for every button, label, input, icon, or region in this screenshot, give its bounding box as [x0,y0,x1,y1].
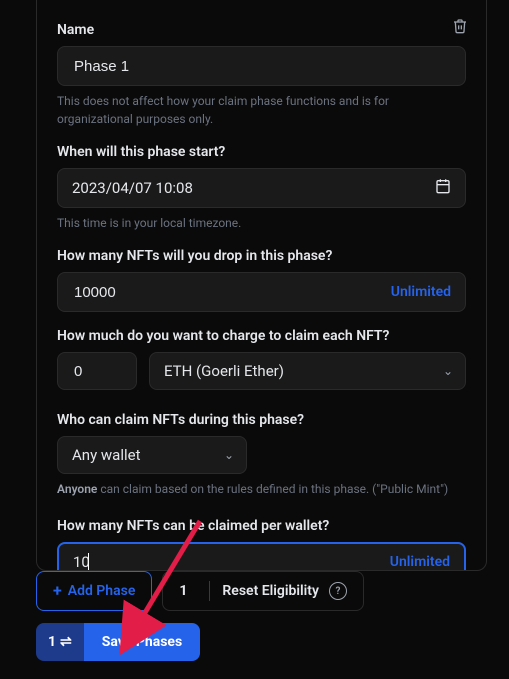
charge-label: How much do you want to charge to claim … [57,328,466,344]
footer: + Add Phase 1 Reset Eligibility ? 1 ⇌ Sa… [36,571,487,661]
phase-card: Name This does not affect how your claim… [36,0,487,571]
who-help-strong: Anyone [57,482,97,496]
who-select[interactable]: Any wallet ⌄ [57,436,247,474]
name-help: This does not affect how your claim phas… [57,92,466,128]
plus-icon: + [53,583,62,599]
chevron-down-icon: ⌄ [443,364,453,378]
perwallet-unlimited-button[interactable]: Unlimited [390,554,450,570]
when-help: This time is in your local timezone. [57,214,466,232]
delete-phase-icon[interactable] [452,18,468,38]
name-input-field[interactable] [72,57,451,76]
perwallet-label: How many NFTs can be claimed per wallet? [57,518,466,534]
drop-unlimited-button[interactable]: Unlimited [391,284,451,300]
currency-select[interactable]: ETH (Goerli Ether) ⌄ [149,352,466,390]
help-icon: ? [329,582,347,600]
swap-icon: ⇌ [60,634,72,650]
who-value: Any wallet [72,446,140,464]
date-input[interactable]: 2023/04/07 10:08 [57,168,466,208]
perwallet-input[interactable]: 10 Unlimited [57,542,466,571]
drop-label: How many NFTs will you drop in this phas… [57,248,466,264]
calendar-icon[interactable] [435,178,451,198]
currency-value: ETH (Goerli Ether) [164,362,284,380]
drop-input[interactable]: Unlimited [57,272,466,312]
chevron-down-icon: ⌄ [224,448,234,462]
name-input[interactable] [57,46,466,86]
reset-count: 1 [179,583,187,599]
date-value: 2023/04/07 10:08 [72,179,193,197]
reset-eligibility-button[interactable]: 1 Reset Eligibility ? [162,571,364,611]
when-label: When will this phase start? [57,144,466,160]
save-phases-button[interactable]: Save Phases [84,623,200,661]
price-input-field[interactable] [72,362,122,381]
save-phases-group: 1 ⇌ Save Phases [36,623,200,661]
who-help: Anyone can claim based on the rules defi… [57,480,466,498]
add-phase-button[interactable]: + Add Phase [36,571,152,611]
separator [209,581,210,601]
price-input[interactable] [57,352,137,390]
name-label: Name [57,22,466,38]
who-label: Who can claim NFTs during this phase? [57,412,466,428]
text-cursor [88,553,89,571]
pending-changes-count[interactable]: 1 ⇌ [36,623,84,661]
